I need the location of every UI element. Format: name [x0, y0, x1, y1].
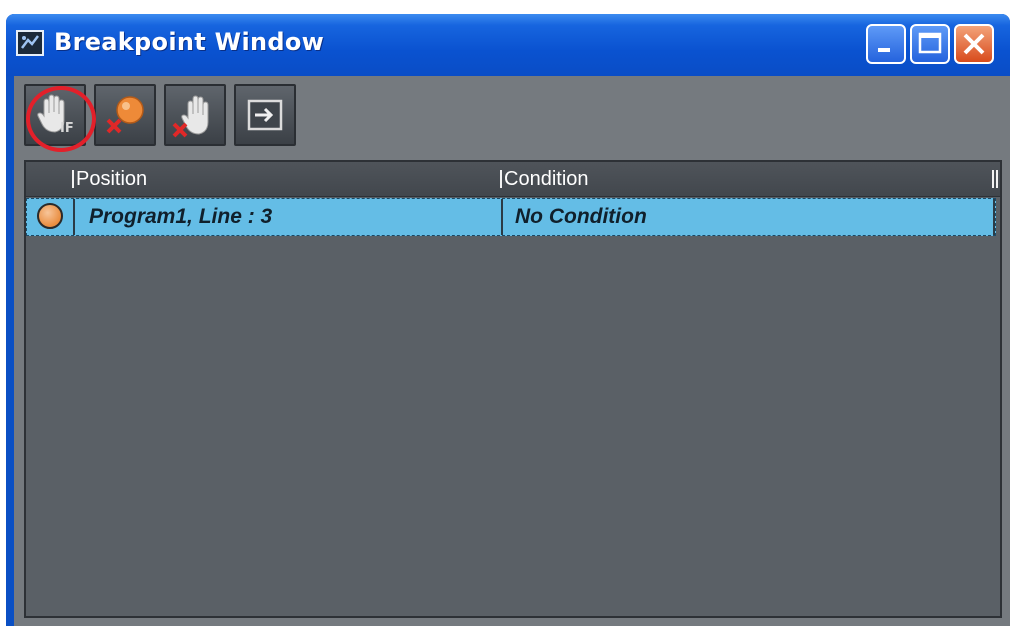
column-separator[interactable]	[500, 170, 502, 188]
column-header-position[interactable]: Position	[76, 168, 147, 191]
title-bar[interactable]: Breakpoint Window	[6, 14, 1010, 76]
close-button[interactable]	[954, 24, 994, 64]
cell-divider	[501, 199, 503, 235]
cell-position[interactable]: Program1, Line : 3	[89, 205, 272, 229]
remove-breakpoint-button[interactable]	[94, 84, 156, 146]
window-title: Breakpoint Window	[54, 28, 325, 56]
app-icon	[16, 30, 44, 56]
close-icon	[963, 33, 985, 55]
maximize-icon	[918, 32, 942, 54]
column-header-condition[interactable]: Condition	[504, 168, 589, 191]
svg-text:IF: IF	[60, 121, 74, 136]
breakpoint-window: Breakpoint Window IF Position Condition …	[6, 14, 1010, 626]
breakpoint-table[interactable]: Position Condition Program1, Line : 3 No…	[24, 160, 1002, 618]
remove-all-breakpoints-button[interactable]	[164, 84, 226, 146]
cell-condition[interactable]: No Condition	[515, 205, 647, 229]
table-header: Position Condition	[26, 162, 1000, 197]
minimize-button[interactable]	[866, 24, 906, 64]
cell-divider	[73, 199, 75, 235]
table-row[interactable]: Program1, Line : 3 No Condition	[26, 198, 996, 236]
remove-breakpoint-icon	[106, 96, 144, 134]
column-separator[interactable]	[996, 170, 998, 188]
client-area: IF Position Condition Program1, Line: 3…	[14, 76, 1010, 626]
minimize-icon	[878, 48, 890, 52]
breakpoint-dot-icon	[37, 203, 63, 229]
column-separator[interactable]	[992, 170, 994, 188]
go-to-button[interactable]	[234, 84, 296, 146]
maximize-button[interactable]	[910, 24, 950, 64]
conditional-breakpoint-button[interactable]: IF	[24, 84, 86, 146]
go-to-icon	[247, 99, 283, 131]
column-separator[interactable]	[72, 170, 74, 188]
cell-divider	[993, 199, 995, 235]
remove-all-breakpoints-icon	[172, 95, 209, 138]
hand-if-icon: IF	[37, 94, 74, 136]
